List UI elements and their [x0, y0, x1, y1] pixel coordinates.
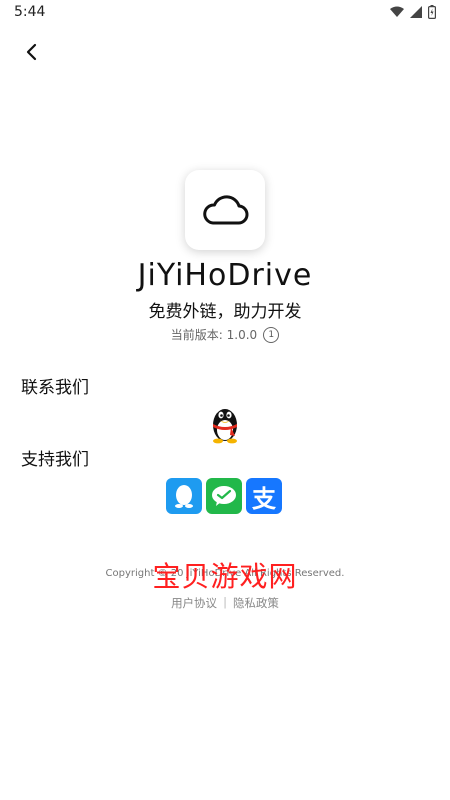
support-options: 支 — [166, 478, 282, 514]
battery-icon — [428, 5, 436, 19]
footer-links: 用户协议 | 隐私政策 — [0, 595, 450, 611]
user-agreement-link[interactable]: 用户协议 — [171, 595, 217, 611]
contact-us-title: 联系我们 — [21, 378, 89, 398]
privacy-policy-link[interactable]: 隐私政策 — [233, 595, 279, 611]
alipay-icon: 支 — [252, 484, 276, 513]
chevron-left-icon — [26, 43, 37, 61]
qq-pay-button[interactable] — [166, 478, 202, 514]
link-separator: | — [223, 595, 227, 609]
back-button[interactable] — [18, 38, 46, 66]
wifi-icon — [390, 6, 404, 17]
support-us-title: 支持我们 — [21, 450, 89, 470]
qq-contact-button[interactable] — [208, 404, 242, 444]
version-badge[interactable]: 1 — [263, 326, 280, 343]
status-icons — [390, 5, 436, 19]
version-row: 当前版本: 1.0.0 1 — [0, 326, 450, 343]
app-logo — [185, 170, 265, 250]
app-name: JiYiHoDrive — [137, 258, 313, 293]
app-slogan: 免费外链，助力开发 — [148, 302, 302, 322]
wechat-pay-button[interactable] — [206, 478, 242, 514]
watermark: 宝贝游戏网 — [152, 560, 298, 593]
status-time: 5:44 — [14, 4, 46, 20]
status-bar: 5:44 — [0, 0, 450, 26]
qq-penguin-icon — [213, 409, 237, 444]
signal-icon — [410, 6, 422, 18]
version-label: 当前版本: 1.0.0 — [170, 328, 258, 342]
qq-pay-icon — [175, 485, 193, 508]
alipay-button[interactable]: 支 — [246, 478, 282, 514]
cloud-icon — [203, 195, 249, 225]
wechat-pay-icon — [212, 486, 236, 506]
